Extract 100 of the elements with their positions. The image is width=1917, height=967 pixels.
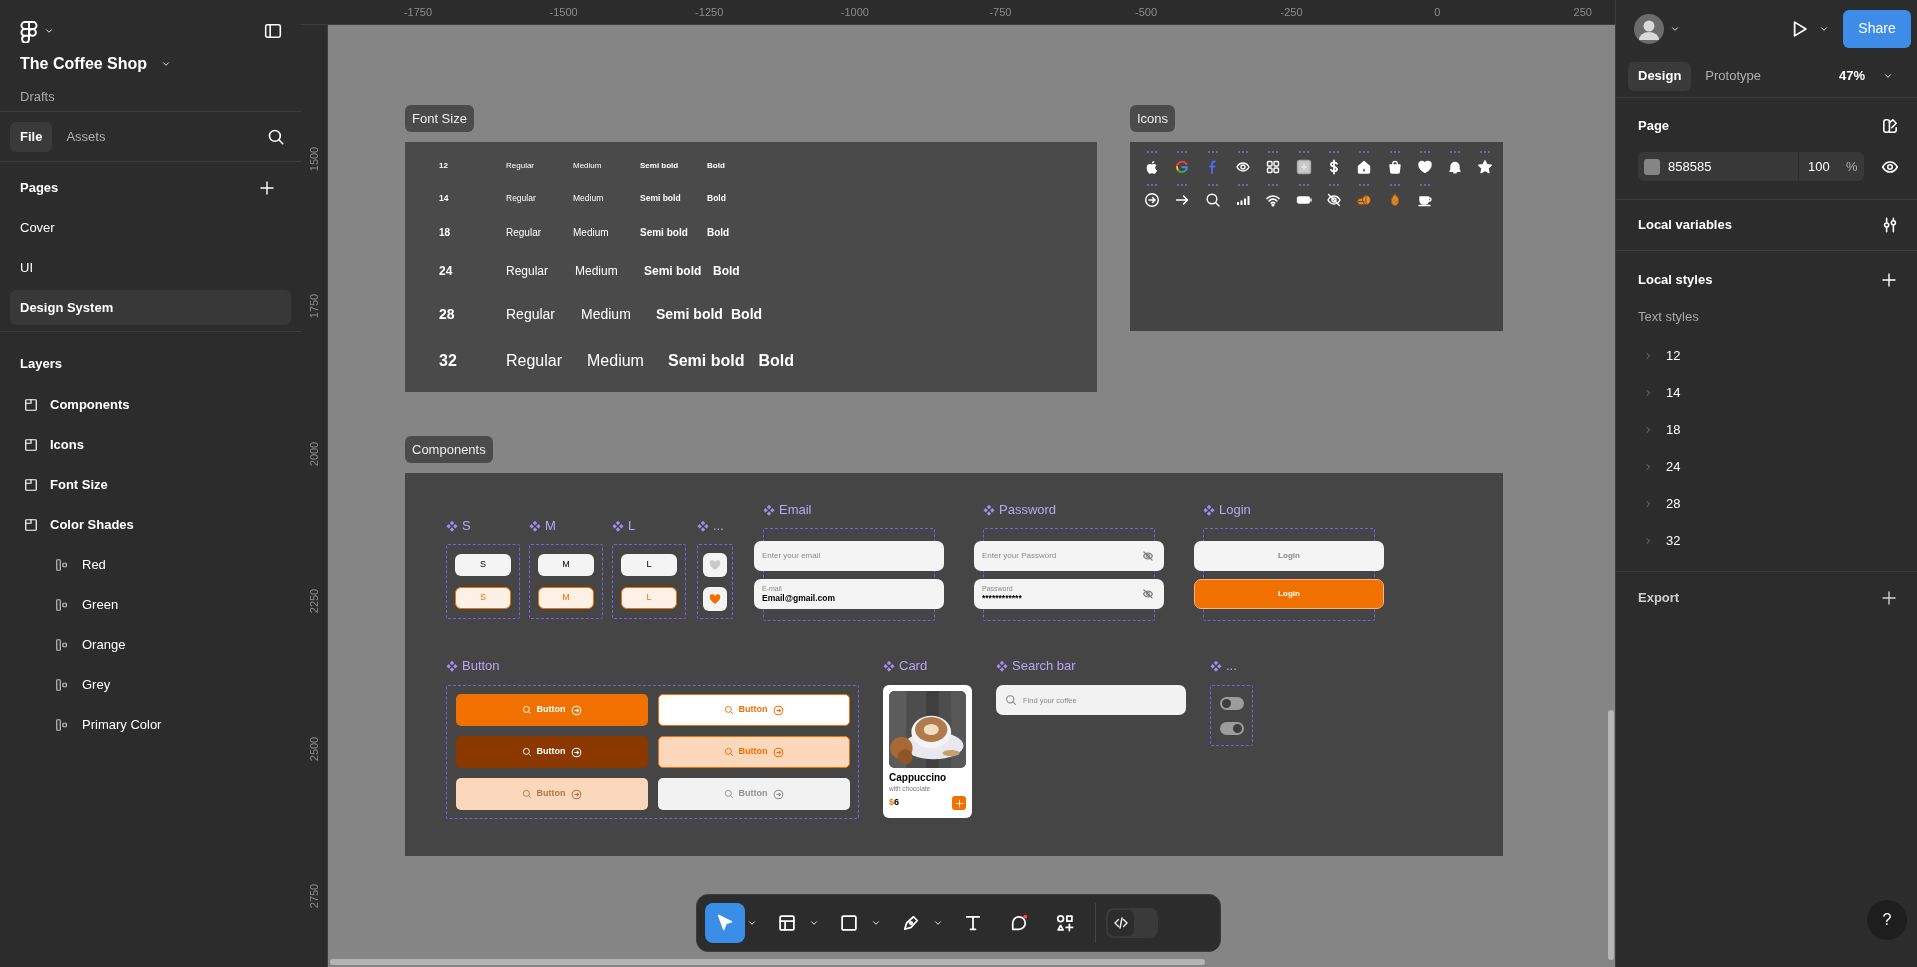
chevron-down-icon[interactable] <box>933 918 943 928</box>
project-location[interactable]: Drafts <box>20 89 55 104</box>
component-label-mark <box>1207 184 1218 186</box>
layer-item[interactable]: Components <box>0 385 301 425</box>
weight-sample: Semi bold <box>640 225 689 240</box>
layer-item[interactable]: Font Size <box>0 465 301 505</box>
text-style-item[interactable]: 18 <box>1666 419 1681 440</box>
component-icon <box>446 660 458 672</box>
add-button[interactable] <box>952 796 966 810</box>
sidebar-toggle-icon[interactable] <box>263 22 283 40</box>
chevron-down-icon[interactable] <box>747 918 757 928</box>
toggle-switch[interactable] <box>1219 721 1244 735</box>
chevron-down-icon[interactable] <box>809 918 819 928</box>
tool-button[interactable] <box>705 903 745 943</box>
zoom-level[interactable]: 47% <box>1838 66 1865 86</box>
size-chip[interactable]: M <box>538 554 594 576</box>
image-placeholder-icon <box>1295 159 1312 175</box>
text-style-item[interactable]: 28 <box>1666 493 1681 514</box>
component-label-mark <box>1298 151 1309 153</box>
color-value[interactable]: 858585 <box>1668 156 1798 177</box>
arrow-circle-icon <box>570 788 582 800</box>
layer-item[interactable]: Color Shades <box>0 505 301 545</box>
text-style-item[interactable]: 12 <box>1666 345 1681 366</box>
unit-label: % <box>1846 157 1858 176</box>
styles-icon[interactable] <box>1881 117 1899 135</box>
avatar[interactable] <box>1634 13 1664 44</box>
text-style-item[interactable]: 24 <box>1666 456 1681 477</box>
text-style-item[interactable]: 14 <box>1666 382 1681 403</box>
component-icon <box>446 520 458 532</box>
layer-item[interactable]: Green <box>0 585 301 625</box>
frame-label[interactable]: Components <box>405 436 493 463</box>
favorite-toggle[interactable] <box>703 586 727 611</box>
scrollbar[interactable] <box>330 959 1205 965</box>
frame-label[interactable]: Font Size <box>405 105 474 132</box>
layer-item[interactable]: Grey <box>0 665 301 705</box>
sliders-icon[interactable] <box>1881 216 1899 234</box>
field-value[interactable]: Email@gmail.com <box>762 592 912 604</box>
panel-tab[interactable]: Prototype <box>1695 61 1771 91</box>
toggle-switch[interactable] <box>1219 696 1244 710</box>
size-label: 14 <box>439 191 450 205</box>
dev-mode-toggle[interactable] <box>1106 908 1158 938</box>
chevron-down-icon[interactable] <box>871 918 881 928</box>
pen-icon <box>901 913 921 933</box>
frame-icon <box>24 398 38 412</box>
component-label-mark <box>1177 151 1188 153</box>
layer-item[interactable]: Orange <box>0 625 301 665</box>
size-label: 18 <box>439 225 452 240</box>
component-label-mark <box>1238 151 1249 153</box>
component-title: Button <box>462 657 500 676</box>
layer-item[interactable]: Icons <box>0 425 301 465</box>
frame-label[interactable]: Icons <box>1130 105 1176 132</box>
size-chip[interactable]: S <box>455 554 511 576</box>
panel-tab[interactable]: Design <box>1628 61 1692 91</box>
sample-button[interactable]: Button <box>455 736 648 768</box>
file-name[interactable]: The Coffee Shop <box>20 52 148 76</box>
eye-off-icon[interactable] <box>1142 549 1154 562</box>
search-icon[interactable] <box>267 127 285 146</box>
scrollbar[interactable] <box>1608 710 1614 960</box>
page-item[interactable]: Design System <box>10 290 291 325</box>
fill-field[interactable]: 858585 100 % <box>1638 152 1864 181</box>
group-title: Text styles <box>1638 308 1699 327</box>
text-field[interactable]: Enter your Password <box>974 540 1164 571</box>
panel-tab[interactable]: File <box>10 121 53 152</box>
chevron-down-icon[interactable] <box>44 26 54 36</box>
eye-off-icon[interactable] <box>1142 587 1154 600</box>
ruler-label: -1000 <box>840 5 869 20</box>
chevron-down-icon[interactable] <box>1883 71 1893 81</box>
component-title: S <box>462 517 471 536</box>
component-label-mark <box>1419 184 1430 186</box>
plus-icon[interactable] <box>1881 589 1897 606</box>
layer-item[interactable]: Red <box>0 545 301 585</box>
color-swatch[interactable] <box>1644 158 1660 175</box>
product-price: $6 <box>889 796 900 810</box>
weight-sample: Regular <box>506 225 543 240</box>
cursor-icon <box>715 913 735 933</box>
page-item[interactable]: Cover <box>10 210 291 245</box>
section-title: Local variables <box>1638 216 1732 235</box>
ruler-label: 2750 <box>307 883 321 909</box>
field-value[interactable]: ************ <box>982 592 1132 604</box>
chevron-down-icon[interactable] <box>161 59 172 69</box>
page-item[interactable]: UI <box>10 250 291 285</box>
plus-icon <box>954 798 964 808</box>
size-chip[interactable]: L <box>621 554 677 576</box>
arrow-circle-icon <box>772 704 784 716</box>
columns-icon <box>54 598 70 612</box>
component-icon <box>1210 660 1222 672</box>
help-button[interactable]: ? <box>1867 900 1907 940</box>
eye-off-icon <box>1325 192 1342 208</box>
weight-sample: Semi bold <box>640 160 680 172</box>
heart-icon <box>1416 159 1433 175</box>
opacity-value[interactable]: 100 <box>1808 156 1846 177</box>
frame-tool-icon <box>777 913 797 933</box>
layer-item[interactable]: Primary Color <box>0 705 301 745</box>
component-label-mark <box>1268 184 1279 186</box>
figma-logo-icon[interactable] <box>18 19 40 43</box>
panel-tab[interactable]: Assets <box>56 121 116 152</box>
text-style-item[interactable]: 32 <box>1666 530 1681 551</box>
weight-sample: Medium <box>573 191 605 205</box>
text-field[interactable]: Enter your email <box>754 540 944 571</box>
favorite-toggle[interactable] <box>703 552 727 577</box>
